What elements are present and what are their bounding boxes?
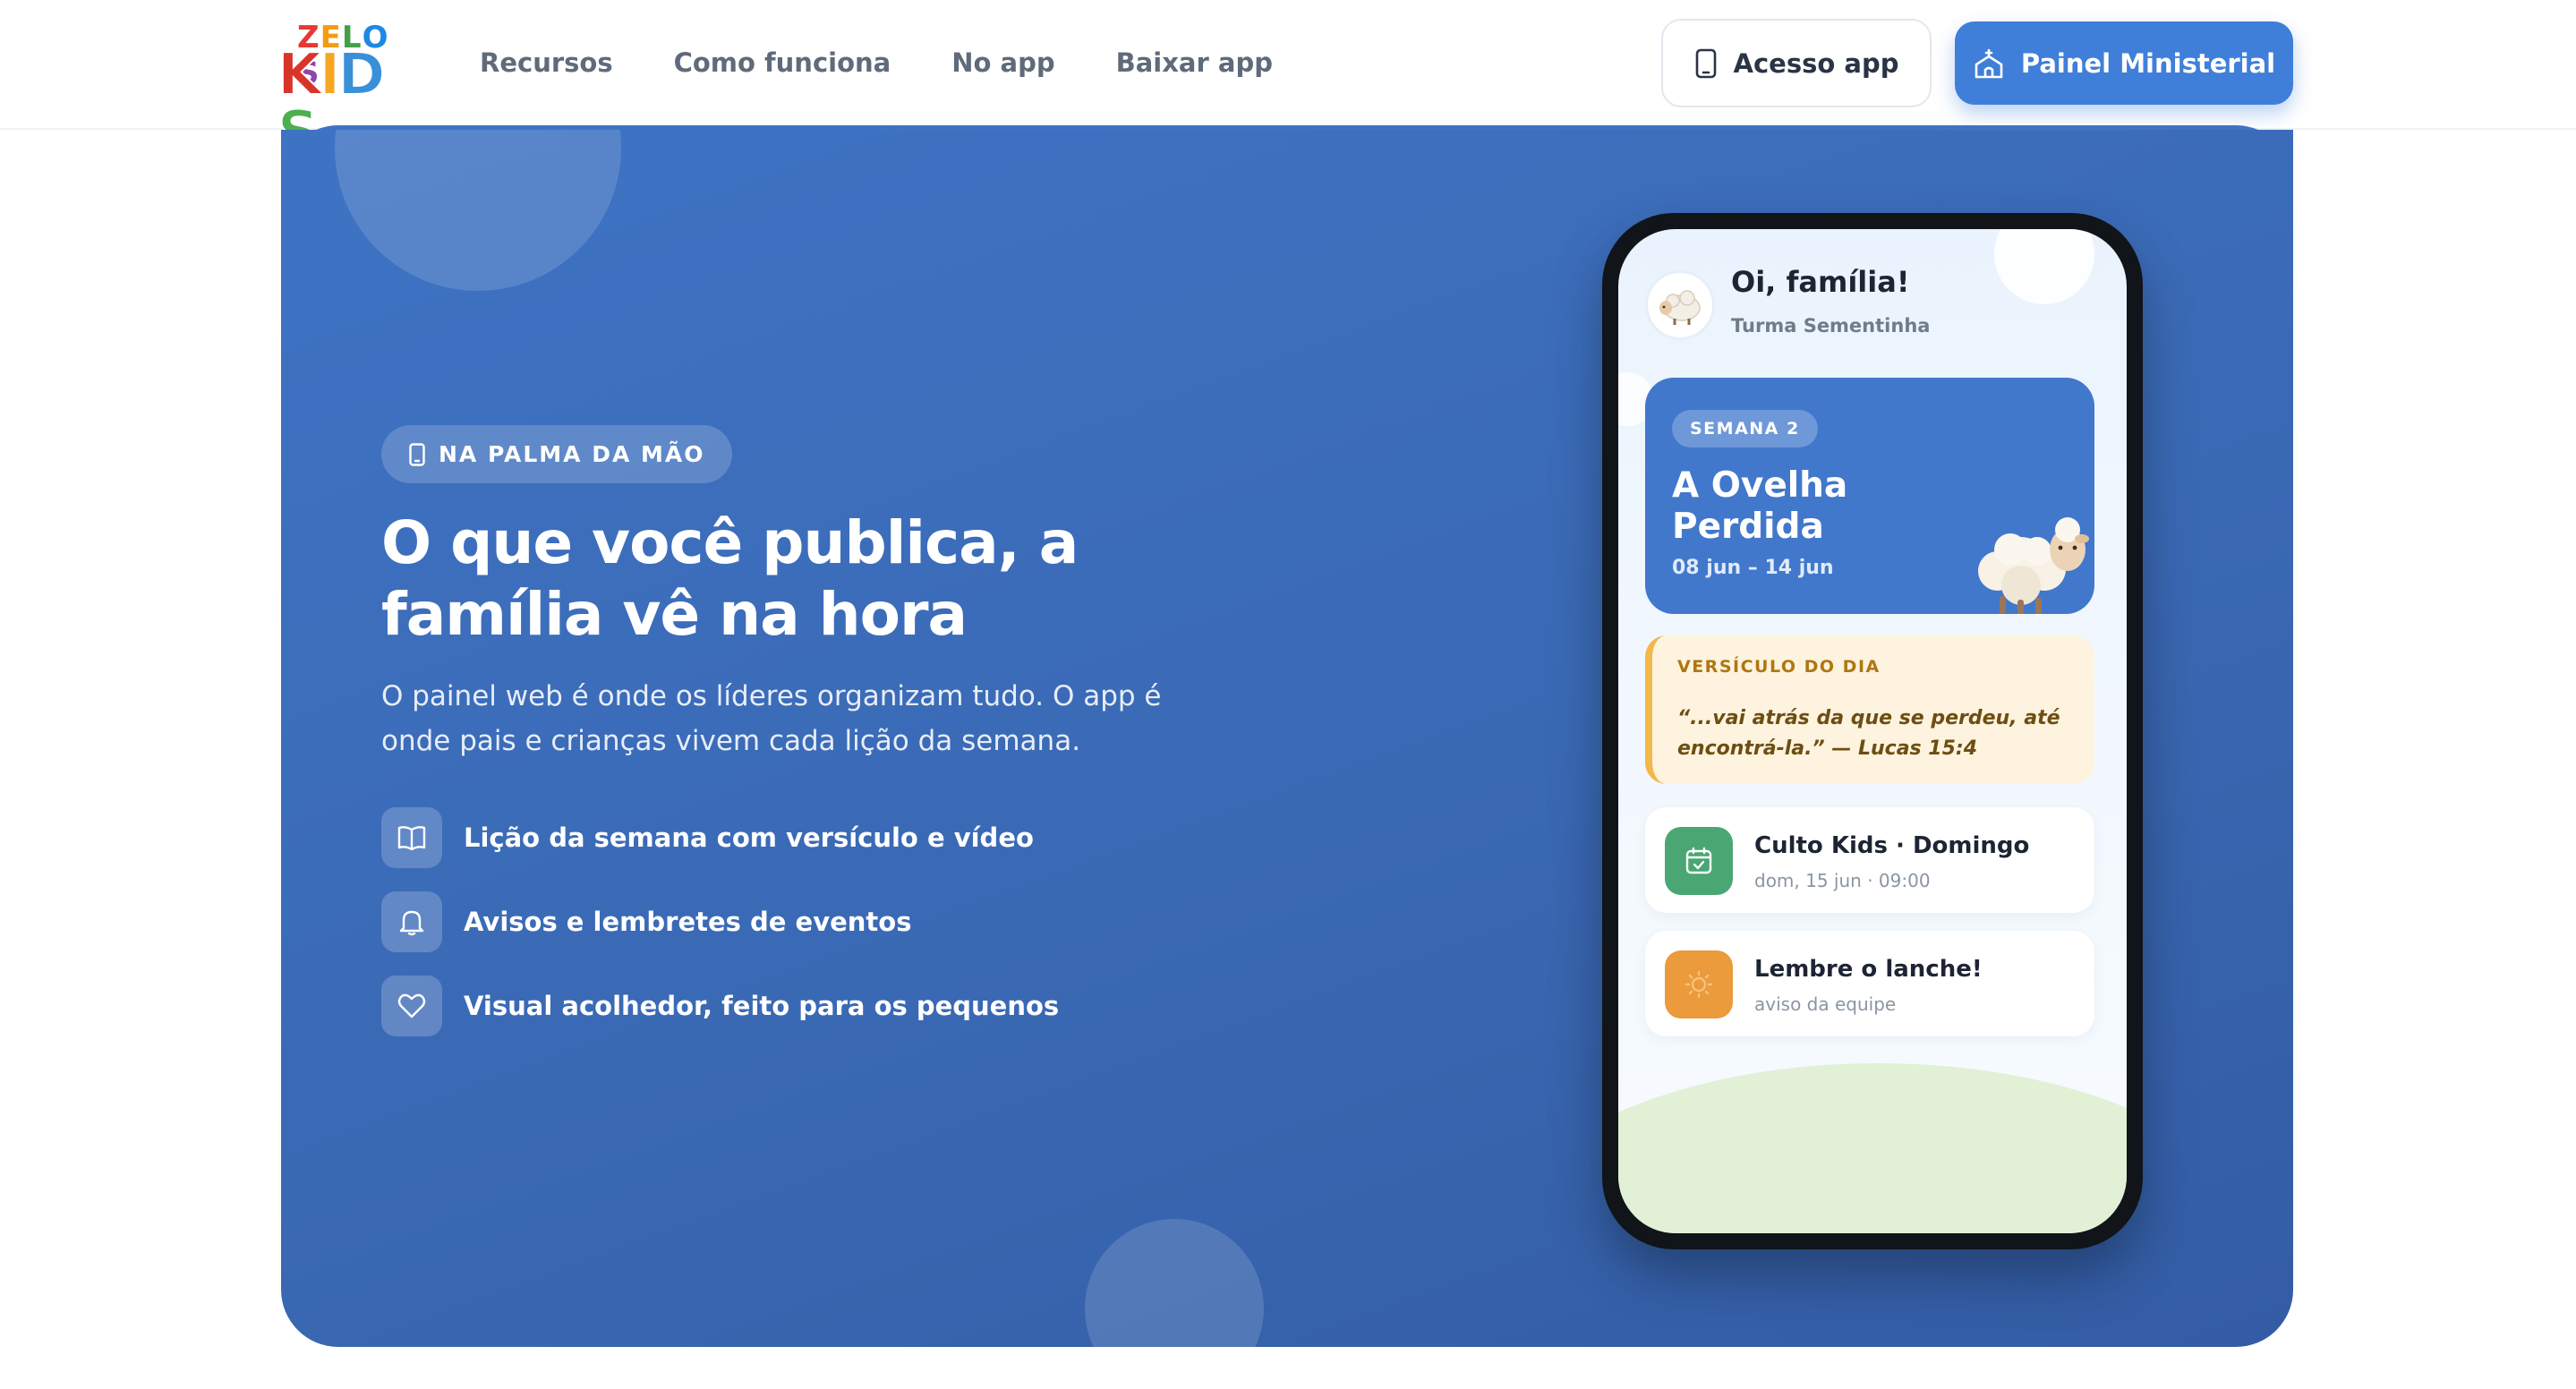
feature-text: Avisos e lembretes de eventos	[464, 907, 912, 937]
sun-icon	[1665, 950, 1733, 1018]
nav-recursos[interactable]: Recursos	[480, 45, 613, 81]
nav-no-app[interactable]: No app	[951, 45, 1054, 81]
class-name: Turma Sementinha	[1731, 315, 1931, 337]
feature-item: Avisos e lembretes de eventos	[381, 891, 1059, 952]
site-header: ZELOS KIDS Recursos Como funciona No app…	[0, 0, 2576, 162]
bell-icon	[381, 891, 442, 952]
sheep-illustration	[1978, 517, 2089, 614]
sheep-icon	[1659, 290, 1701, 325]
green-hill	[1618, 1063, 2127, 1233]
decorative-circle	[1085, 1219, 1264, 1347]
feature-list: Lição da semana com versículo e vídeo Av…	[381, 807, 1060, 1061]
hero-title: O que você publica, a família vê na hora	[381, 508, 1079, 649]
event-subtitle: dom, 15 jun · 09:00	[1754, 870, 1931, 891]
access-app-label: Acesso app	[1733, 47, 1899, 79]
feature-text: Visual acolhedor, feito para os pequenos	[464, 991, 1060, 1021]
smartphone-icon	[1695, 48, 1716, 78]
decorative-circle	[1994, 229, 2094, 304]
verse-of-the-day-card: VERSÍCULO DO DIA “...vai atrás da que se…	[1645, 635, 2094, 784]
hero-section: NA PALMA DA MÃO O que você publica, a fa…	[281, 130, 2293, 1347]
hero-pill-label: NA PALMA DA MÃO	[439, 441, 705, 467]
event-title: Culto Kids · Domingo	[1754, 832, 2030, 859]
access-app-button[interactable]: Acesso app	[1661, 19, 1932, 107]
smartphone-icon	[409, 442, 425, 466]
church-icon	[1975, 48, 2003, 78]
feature-item: Visual acolhedor, feito para os pequenos	[381, 976, 1060, 1036]
phone-screen: Oi, família! Turma Sementinha SEMANA 2 A…	[1618, 229, 2127, 1233]
heart-icon	[381, 976, 442, 1036]
main-nav: Recursos Como funciona No app Baixar app	[480, 45, 1334, 81]
week-badge: SEMANA 2	[1672, 410, 1818, 447]
decorative-circle	[335, 130, 621, 291]
nav-baixar-app[interactable]: Baixar app	[1116, 45, 1273, 81]
event-card[interactable]: Culto Kids · Domingo dom, 15 jun · 09:00	[1645, 807, 2094, 913]
phone-mockup: Oi, família! Turma Sementinha SEMANA 2 A…	[1602, 213, 2143, 1249]
ministerial-panel-button[interactable]: Painel Ministerial	[1955, 21, 2293, 105]
calendar-icon	[1665, 827, 1733, 895]
feature-text: Lição da semana com versículo e vídeo	[464, 822, 1034, 853]
book-icon	[381, 807, 442, 868]
greeting-title: Oi, família!	[1731, 265, 1910, 299]
feature-item: Lição da semana com versículo e vídeo	[381, 807, 1059, 868]
notice-card[interactable]: Lembre o lanche! aviso da equipe	[1645, 931, 2094, 1036]
verse-text: “...vai atrás da que se perdeu, até enco…	[1677, 707, 2060, 760]
hero-subtitle: O painel web é onde os líderes organizam…	[381, 680, 1162, 757]
lesson-card[interactable]: SEMANA 2 A Ovelha Perdida 08 jun – 14 ju…	[1645, 378, 2094, 614]
lesson-dates: 08 jun – 14 jun	[1672, 557, 1834, 579]
sheep-avatar[interactable]	[1645, 270, 1715, 340]
nav-como-funciona[interactable]: Como funciona	[674, 45, 891, 81]
ministerial-panel-label: Painel Ministerial	[2020, 47, 2276, 79]
lesson-title: A Ovelha Perdida	[1672, 465, 1848, 547]
notice-subtitle: aviso da equipe	[1754, 993, 1897, 1015]
zelos-kids-logo[interactable]: ZELOS KIDS	[277, 20, 399, 162]
hero-pill: NA PALMA DA MÃO	[381, 425, 732, 483]
verse-label: VERSÍCULO DO DIA	[1677, 657, 1881, 677]
notice-title: Lembre o lanche!	[1754, 956, 1983, 983]
